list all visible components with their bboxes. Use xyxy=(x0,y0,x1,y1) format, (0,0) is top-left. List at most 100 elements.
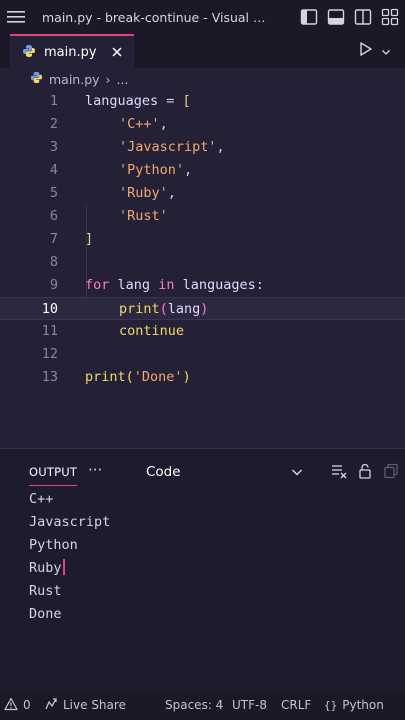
code-token: lang xyxy=(167,301,201,317)
code-token: , xyxy=(184,162,193,178)
code-token: lang xyxy=(117,277,151,293)
code-line: 1 languages = [ xyxy=(0,90,405,113)
lock-icon[interactable] xyxy=(357,463,373,483)
code-token: , xyxy=(167,185,176,201)
menu-icon[interactable] xyxy=(0,0,32,34)
encoding-status[interactable]: UTF-8 xyxy=(232,690,267,720)
code-line: 6 'Rust' xyxy=(0,205,405,228)
output-line: Ruby xyxy=(29,557,65,580)
panel-more-icon[interactable]: ··· xyxy=(88,461,102,479)
code-token: 'Python' xyxy=(119,162,185,178)
code-token: ( xyxy=(159,301,168,317)
tab-bar: main.py xyxy=(0,34,405,68)
close-icon[interactable] xyxy=(110,44,124,58)
code-token: print xyxy=(119,301,160,317)
line-number: 4 xyxy=(49,162,58,178)
output-channel-value: Code xyxy=(146,464,181,480)
toggle-panel-icon[interactable] xyxy=(327,8,345,26)
code-token: : xyxy=(255,277,264,293)
output-line: Javascript xyxy=(29,514,111,530)
output-line-text: Ruby xyxy=(29,560,62,576)
line-number: 5 xyxy=(49,185,58,201)
line-number: 6 xyxy=(49,208,58,224)
eol-status[interactable]: CRLF xyxy=(281,690,311,720)
code-token: for xyxy=(85,277,110,293)
line-number: 3 xyxy=(49,139,58,155)
breadcrumb-file[interactable]: main.py xyxy=(49,72,100,87)
breadcrumb-more[interactable]: ... xyxy=(117,72,129,87)
code-line: 11 continue xyxy=(0,320,405,343)
python-file-icon xyxy=(22,43,36,62)
code-token: print xyxy=(85,369,126,385)
code-token: = xyxy=(158,93,183,109)
code-token: ( xyxy=(125,369,134,385)
code-line-current: 10 print(lang) xyxy=(0,297,405,320)
code-token: 'Javascript' xyxy=(119,139,217,155)
problems-indicator[interactable]: 0 xyxy=(4,690,31,720)
code-token: continue xyxy=(119,323,185,339)
code-token: 'Rust' xyxy=(119,208,168,224)
output-panel: OUTPUT ··· Code C++ Javascript Python Ru… xyxy=(0,448,405,690)
output-line: Rust xyxy=(29,583,62,599)
code-token: 'Done' xyxy=(133,369,183,385)
code-line: 9 for lang in languages: xyxy=(0,274,405,297)
breadcrumb-separator-icon: › xyxy=(105,71,111,87)
code-token: ) xyxy=(200,301,209,317)
code-line: 2 'C++', xyxy=(0,113,405,136)
error-icon xyxy=(4,697,18,714)
toggle-sidebar-icon[interactable] xyxy=(300,8,318,26)
live-share-label: Live Share xyxy=(63,698,126,712)
code-token: [ xyxy=(182,93,191,109)
chevron-down-icon xyxy=(290,465,304,479)
split-layout-icon[interactable] xyxy=(354,8,372,26)
line-number: 2 xyxy=(49,116,58,132)
output-line: C++ xyxy=(29,491,54,507)
line-number: 9 xyxy=(49,277,58,293)
language-label: Python xyxy=(342,698,384,712)
live-share-icon xyxy=(44,697,58,714)
status-bar: 0 Live Share Spaces: 4 UTF-8 CRLF {} Pyt… xyxy=(0,690,405,720)
code-line: 4 'Python', xyxy=(0,159,405,182)
code-token: , xyxy=(159,116,168,132)
code-editor[interactable]: 1 languages = [ 2 'C++', 3 'Javascript',… xyxy=(0,90,405,448)
line-number: 7 xyxy=(49,231,58,247)
tab-output[interactable]: OUTPUT xyxy=(29,465,78,486)
live-share-button[interactable]: Live Share xyxy=(44,690,126,720)
code-token: ) xyxy=(182,369,191,385)
clear-output-icon[interactable] xyxy=(331,463,347,483)
text-cursor xyxy=(62,559,65,575)
code-token: 'Ruby' xyxy=(119,185,168,201)
output-channel-select[interactable]: Code xyxy=(140,461,310,483)
breadcrumb: main.py › ... xyxy=(0,68,405,90)
copy-icon[interactable] xyxy=(383,463,399,483)
code-line: 12 xyxy=(0,343,405,366)
line-number: 13 xyxy=(41,369,58,385)
line-number: 1 xyxy=(49,93,58,109)
output-line: Done xyxy=(29,606,62,622)
braces-icon: {} xyxy=(324,698,338,712)
code-token: , xyxy=(216,139,225,155)
panel-header: OUTPUT ··· Code xyxy=(0,459,405,487)
output-line: Python xyxy=(29,537,78,553)
code-line: 13 print('Done') xyxy=(0,366,405,389)
tab-label: main.py xyxy=(44,44,97,60)
run-icon[interactable] xyxy=(359,41,373,61)
code-token: in xyxy=(158,277,175,293)
indentation-status[interactable]: Spaces: 4 xyxy=(165,690,223,720)
python-file-icon xyxy=(30,71,43,87)
language-mode[interactable]: {} Python xyxy=(324,690,384,720)
code-line: 8 xyxy=(0,251,405,274)
chevron-down-icon[interactable] xyxy=(381,42,391,61)
code-token: 'C++' xyxy=(119,116,160,132)
code-token: ] xyxy=(85,231,94,247)
line-number: 10 xyxy=(41,301,58,317)
line-number: 8 xyxy=(49,254,58,270)
code-token: languages xyxy=(85,93,159,109)
tab-main-py[interactable]: main.py xyxy=(10,34,134,68)
code-line: 7 ] xyxy=(0,228,405,251)
code-line: 3 'Javascript', xyxy=(0,136,405,159)
problems-count: 0 xyxy=(23,698,31,712)
window-title: main.py - break-continue - Visual Studi.… xyxy=(42,9,272,25)
title-bar: main.py - break-continue - Visual Studi.… xyxy=(0,0,405,34)
customize-layout-icon[interactable] xyxy=(381,8,399,26)
